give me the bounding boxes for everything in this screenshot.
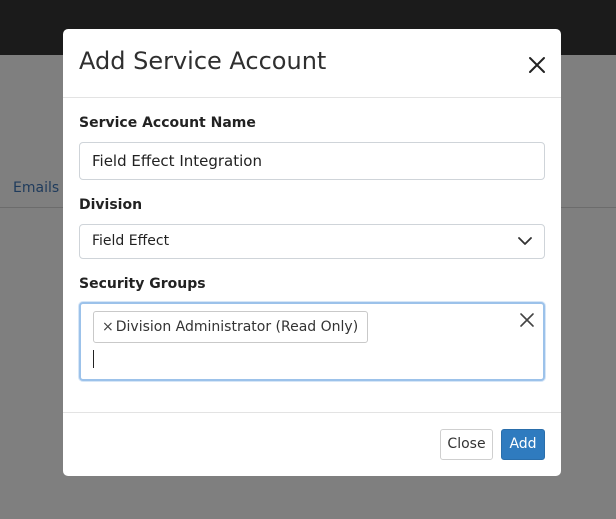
tag-remove-button[interactable]: × xyxy=(102,319,114,335)
add-service-account-modal: Add Service Account Service Account Name… xyxy=(63,29,561,476)
service-account-name-input[interactable]: Field Effect Integration xyxy=(79,142,545,180)
modal-header: Add Service Account xyxy=(63,29,561,98)
chevron-down-icon xyxy=(518,237,532,245)
division-label: Division xyxy=(79,197,143,213)
close-button[interactable]: Close xyxy=(440,429,493,460)
add-button[interactable]: Add xyxy=(501,429,545,460)
tab-emails[interactable]: Emails xyxy=(13,180,59,196)
security-group-tag: × Division Administrator (Read Only) xyxy=(93,311,369,343)
text-cursor xyxy=(93,350,94,368)
modal-footer: Close Add xyxy=(63,412,561,476)
service-account-name-label: Service Account Name xyxy=(79,115,256,131)
modal-title: Add Service Account xyxy=(79,47,327,75)
security-groups-label: Security Groups xyxy=(79,276,206,292)
security-groups-multiselect[interactable]: × Division Administrator (Read Only) xyxy=(79,302,545,381)
division-selected-value: Field Effect xyxy=(92,233,170,249)
tag-label: Division Administrator (Read Only) xyxy=(115,319,359,335)
clear-icon[interactable] xyxy=(519,312,535,328)
division-select[interactable]: Field Effect xyxy=(79,224,545,259)
close-icon[interactable] xyxy=(525,53,549,77)
